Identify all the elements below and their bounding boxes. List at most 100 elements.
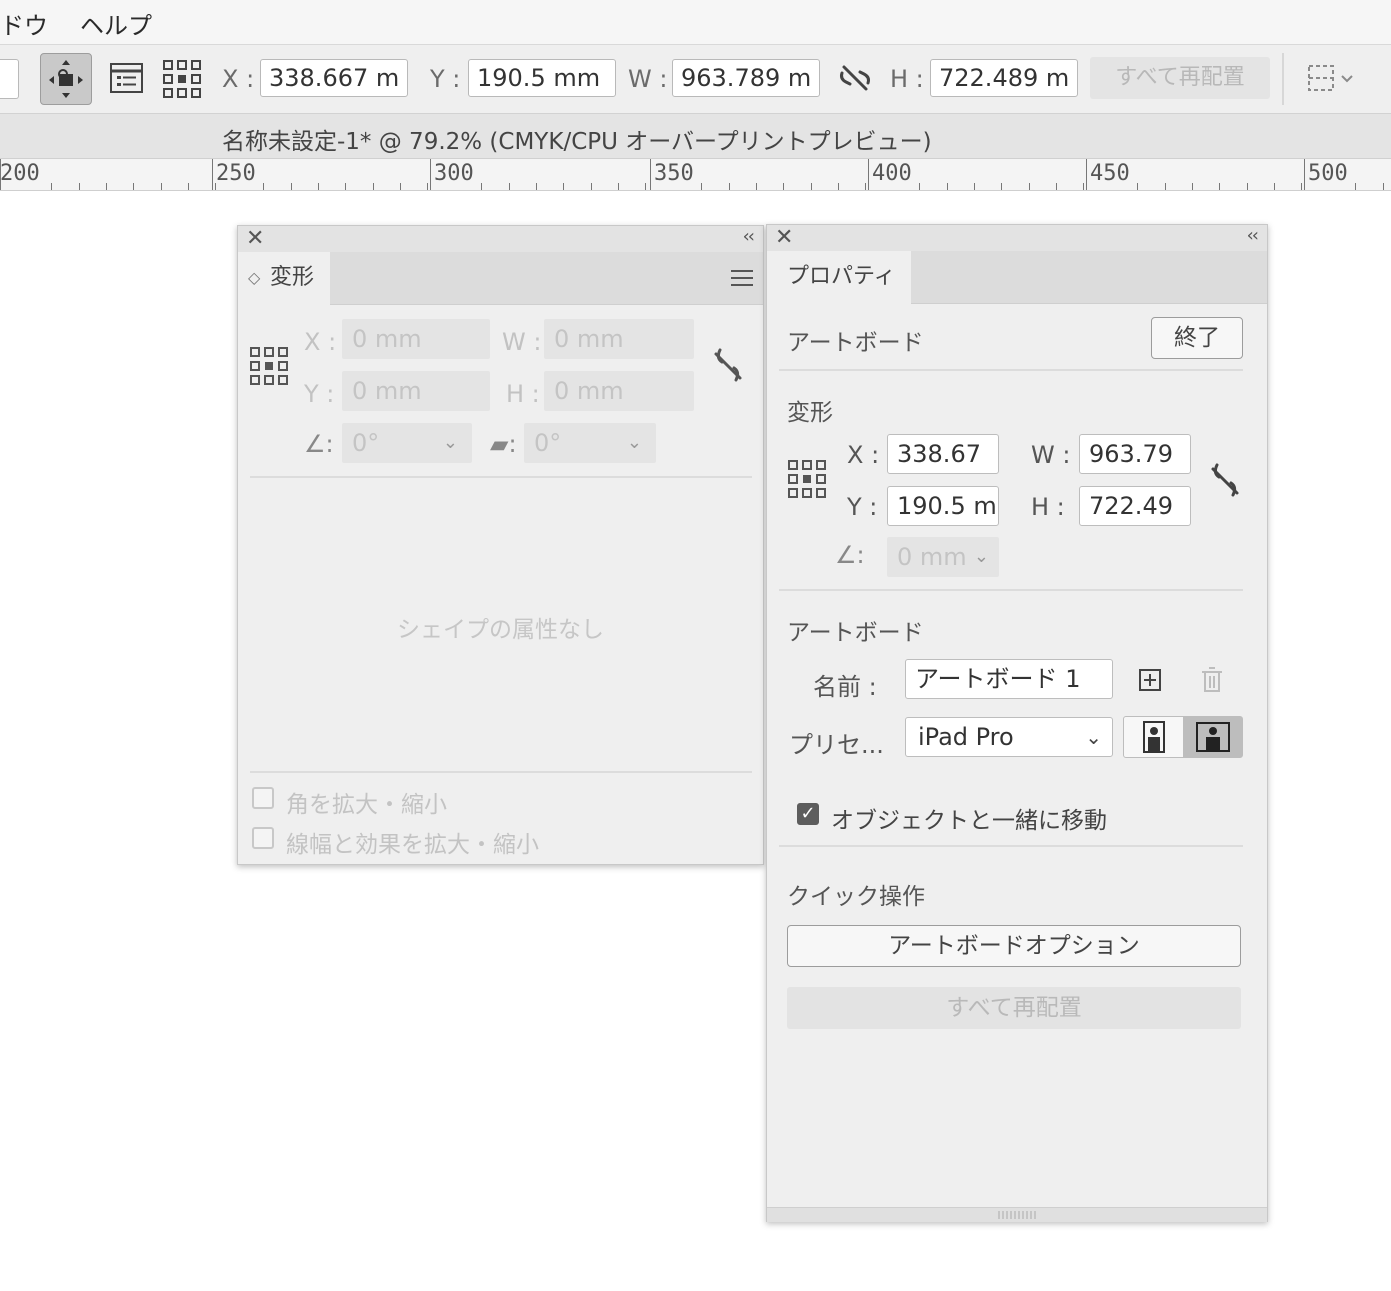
ruler-minor-tick — [399, 183, 401, 190]
ruler-minor-tick — [810, 183, 812, 190]
document-title[interactable]: 名称未設定-1* @ 79.2% (CMYK/CPU オーバープリントプレビュー… — [222, 122, 932, 156]
panel-menu-icon[interactable] — [731, 269, 753, 287]
rotate-field[interactable]: 0° ⌄ — [342, 423, 472, 463]
divider — [779, 845, 1243, 847]
ruler-minor-tick — [1137, 183, 1139, 190]
rearrange-all-button[interactable]: すべて再配置 — [1090, 57, 1270, 99]
chevron-down-icon: ⌄ — [626, 432, 642, 453]
ruler-minor-tick — [973, 183, 975, 190]
h-field[interactable]: 722.49 — [1079, 486, 1191, 526]
ruler-minor-tick — [617, 183, 619, 190]
cut-off-field[interactable] — [0, 59, 19, 99]
h-field[interactable]: 722.489 m — [930, 59, 1078, 97]
artboard-tool-button[interactable] — [40, 53, 92, 105]
landscape-icon — [1196, 722, 1230, 752]
artboard-options-button[interactable]: アートボードオプション — [787, 925, 1241, 967]
y-field[interactable]: 190.5 mm — [468, 59, 616, 97]
add-artboard-icon[interactable] — [1139, 669, 1161, 691]
landscape-button[interactable] — [1183, 717, 1242, 757]
h-label: H : — [506, 380, 540, 408]
document-tab-bar: 名称未設定-1* @ 79.2% (CMYK/CPU オーバープリントプレビュー… — [0, 114, 1391, 159]
x-field[interactable]: 0 mm — [342, 319, 490, 359]
x-field[interactable]: 338.667 m — [260, 59, 408, 97]
chevron-down-icon: ⌄ — [442, 432, 458, 453]
ruler-minor-tick — [105, 183, 107, 190]
collapse-icon[interactable]: ‹‹ — [1247, 225, 1259, 246]
scale-corners-checkbox[interactable] — [252, 787, 274, 809]
scale-strokes-checkbox[interactable] — [252, 827, 274, 849]
tab-properties[interactable]: プロパティ — [767, 251, 911, 304]
ruler-major-tick — [868, 159, 869, 190]
collapse-icon[interactable]: ‹‹ — [743, 226, 755, 247]
artboard-options-icon[interactable] — [110, 61, 144, 95]
artboard-name-field[interactable]: アートボード 1 — [905, 659, 1113, 699]
y-field[interactable]: 0 mm — [342, 371, 490, 411]
w-field[interactable]: 0 mm — [544, 319, 694, 359]
trash-icon[interactable] — [1201, 667, 1223, 693]
transform-section-title: 変形 — [787, 400, 833, 426]
ruler-minor-tick — [51, 183, 53, 190]
ruler-minor-tick — [919, 183, 921, 190]
align-menu-icon[interactable] — [1306, 63, 1358, 95]
ruler-minor-tick — [1083, 183, 1085, 190]
shear-field[interactable]: 0° ⌄ — [524, 423, 656, 463]
ruler-minor-tick — [865, 183, 867, 190]
broken-link-icon[interactable] — [838, 63, 872, 93]
tab-transform[interactable]: ◇ 変形 — [238, 252, 330, 305]
horizontal-ruler[interactable]: 200 250 300 350 400 450 500 — [0, 159, 1391, 191]
scale-corners-label: 角を拡大・縮小 — [286, 792, 447, 818]
reference-point-icon[interactable] — [249, 346, 289, 386]
move-with-objects-checkbox[interactable]: ✓ — [797, 803, 819, 825]
x-field[interactable]: 338.67 — [887, 434, 999, 474]
ruler-minor-tick — [160, 183, 162, 190]
scale-strokes-label: 線幅と効果を拡大・縮小 — [286, 832, 539, 858]
rearrange-all-button[interactable]: すべて再配置 — [787, 987, 1241, 1029]
ruler-minor-tick — [1355, 183, 1357, 190]
ruler-label: 500 — [1308, 161, 1348, 186]
done-button[interactable]: 終了 — [1151, 317, 1243, 359]
menu-window[interactable]: ドウ — [0, 6, 48, 41]
close-icon[interactable]: ✕ — [775, 225, 793, 250]
panel-tabstrip: ◇ 変形 — [238, 252, 763, 305]
ruler-minor-tick — [1301, 183, 1303, 190]
move-artboard-icon — [49, 60, 83, 98]
ruler-minor-tick — [728, 183, 730, 190]
y-label: Y : — [430, 65, 461, 93]
panel-header: ✕ ‹‹ — [767, 225, 1267, 251]
w-field[interactable]: 963.789 m — [672, 59, 820, 97]
constrain-proportions-icon[interactable] — [712, 346, 744, 384]
h-label: H : — [890, 65, 924, 93]
ruler-label: 300 — [434, 161, 474, 186]
ruler-major-tick — [430, 159, 431, 190]
ruler-minor-tick — [263, 183, 265, 190]
x-label: X : — [222, 65, 255, 93]
ruler-major-tick — [650, 159, 651, 190]
divider — [779, 589, 1243, 591]
ruler-minor-tick — [783, 183, 785, 190]
reference-point-icon[interactable] — [162, 59, 202, 99]
menu-help[interactable]: ヘルプ — [80, 6, 152, 41]
rotate-field[interactable]: 0 mm ⌄ — [887, 537, 999, 577]
resize-grip[interactable] — [767, 1207, 1267, 1222]
h-field[interactable]: 0 mm — [544, 371, 694, 411]
ruler-label: 250 — [216, 161, 256, 186]
preset-dropdown[interactable]: iPad Pro ⌄ — [905, 717, 1113, 757]
ruler-major-tick — [1304, 159, 1305, 190]
divider — [779, 369, 1243, 371]
ruler-minor-tick — [317, 183, 319, 190]
transform-panel: ✕ ‹‹ ◇ 変形 X : 0 mm W : 0 mm Y : 0 mm H :… — [237, 225, 764, 865]
divider — [250, 476, 752, 478]
ruler-minor-tick — [755, 183, 757, 190]
y-field[interactable]: 190.5 m — [887, 486, 999, 526]
close-icon[interactable]: ✕ — [246, 226, 264, 251]
no-shape-properties-text: シェイプの属性なし — [397, 617, 604, 643]
reference-point-icon[interactable] — [787, 459, 827, 499]
ruler-minor-tick — [508, 183, 510, 190]
w-label: W : — [1031, 441, 1071, 469]
ruler-minor-tick — [701, 183, 703, 190]
portrait-button[interactable] — [1124, 717, 1183, 757]
ruler-minor-tick — [481, 183, 483, 190]
ruler-minor-tick — [590, 183, 592, 190]
w-field[interactable]: 963.79 — [1079, 434, 1191, 474]
constrain-proportions-icon[interactable] — [1209, 461, 1241, 499]
